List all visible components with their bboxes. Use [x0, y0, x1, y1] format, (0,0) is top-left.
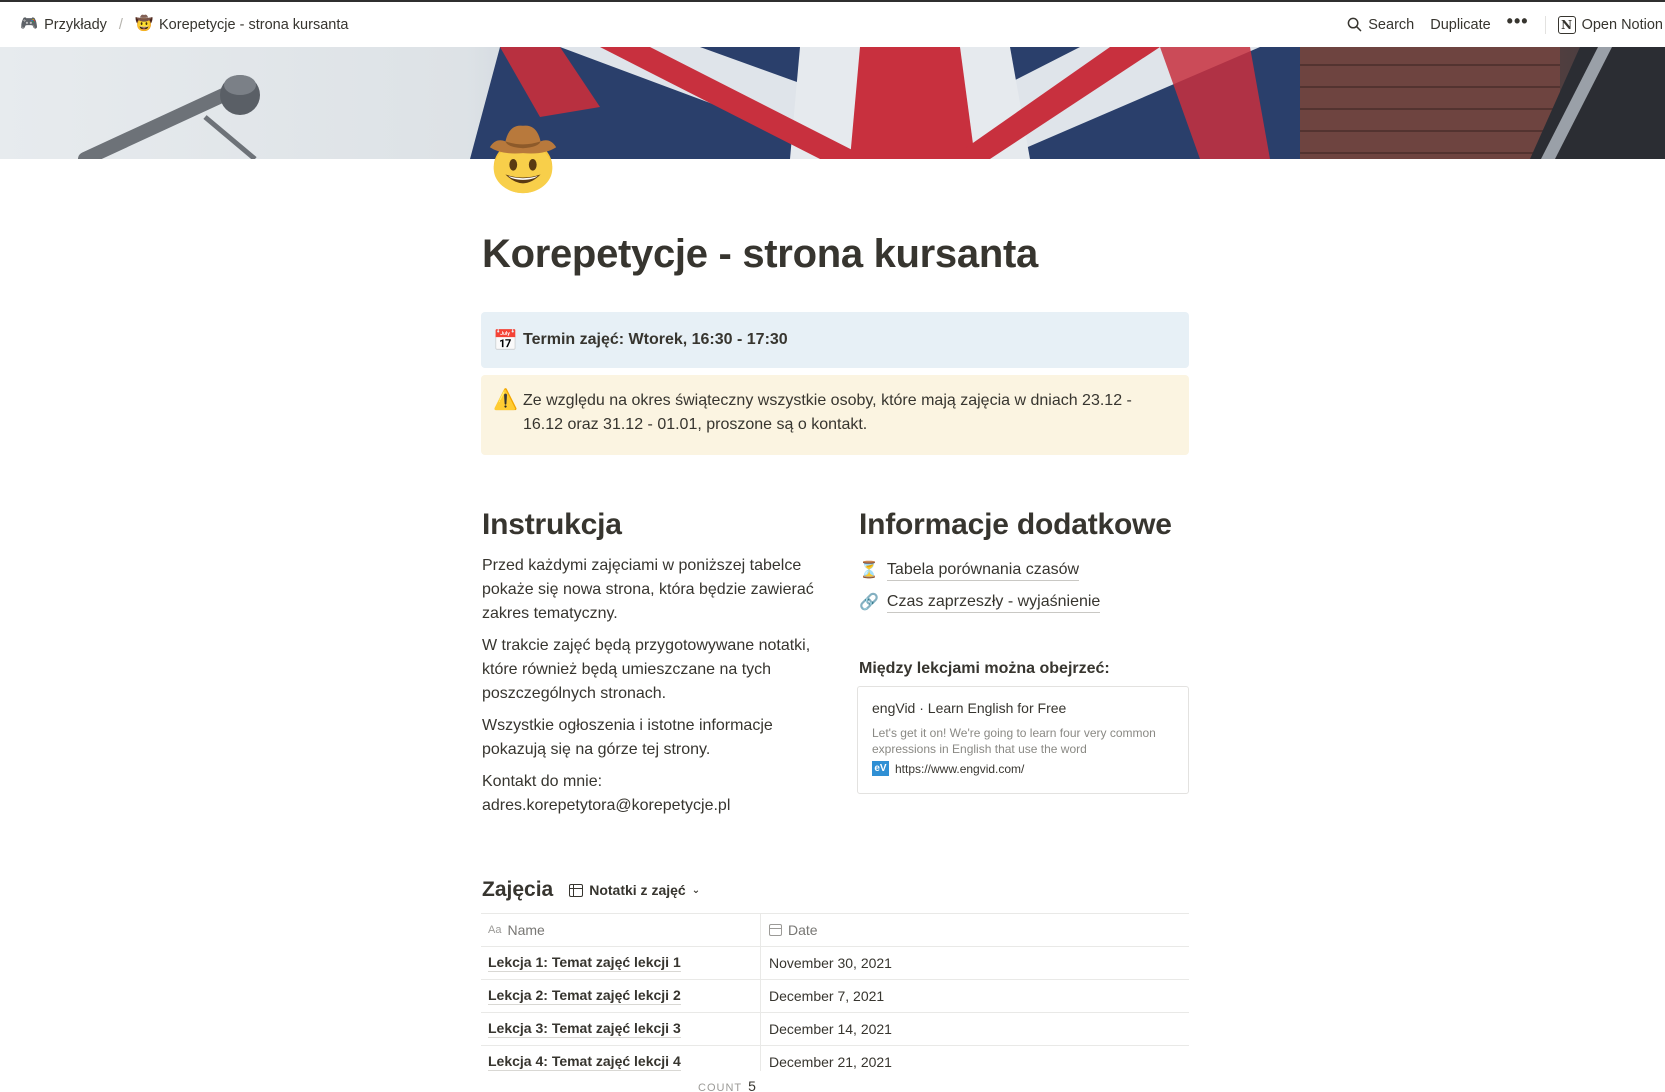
page-link-past-perfect[interactable]: 🔗 Czas zaprzeszły - wyjaśnienie — [859, 586, 1189, 618]
row-name-cell[interactable]: Lekcja 3: Temat zajęć lekcji 3 — [481, 1013, 761, 1045]
count-value: 5 — [748, 1078, 756, 1092]
search-icon — [1347, 17, 1362, 32]
additional-info-column: Informacje dodatkowe ⏳ Tabela porównania… — [859, 508, 1189, 690]
row-date-cell[interactable]: December 14, 2021 — [761, 1013, 1189, 1045]
additional-info-heading: Informacje dodatkowe — [859, 508, 1172, 541]
row-name[interactable]: Lekcja 1: Temat zajęć lekcji 1 — [488, 954, 681, 972]
text-property-icon: Aa — [488, 924, 502, 936]
column-header-name[interactable]: Aa Name — [481, 914, 761, 946]
holiday-notice-text: Ze względu na okres świąteczny wszystkie… — [523, 392, 1132, 433]
instructions-column: Instrukcja Przed każdymi zajęciami w pon… — [482, 508, 822, 826]
topbar-actions: Search Duplicate ••• N Open Notion — [1339, 2, 1665, 47]
row-name[interactable]: Lekcja 3: Temat zajęć lekcji 3 — [488, 1020, 681, 1038]
warning-icon: ⚠️ — [493, 387, 518, 411]
instructions-paragraph: Przed każdymi zajęciami w poniższej tabe… — [482, 557, 814, 622]
row-name-cell[interactable]: Lekcja 2: Temat zajęć lekcji 2 — [481, 980, 761, 1012]
row-name-cell[interactable]: Lekcja 4: Temat zajęć lekcji 4 — [481, 1046, 761, 1071]
bookmark-url-row: eV https://www.engvid.com/ — [872, 761, 1174, 776]
table-row[interactable]: Lekcja 2: Temat zajęć lekcji 2 December … — [481, 980, 1189, 1013]
table-row[interactable]: Lekcja 1: Temat zajęć lekcji 1 November … — [481, 947, 1189, 980]
open-notion-button[interactable]: N Open Notion — [1550, 12, 1665, 38]
table-row[interactable]: Lekcja 3: Temat zajęć lekcji 3 December … — [481, 1013, 1189, 1046]
bookmark-description: Let's get it on! We're going to learn fo… — [872, 726, 1156, 756]
game-controller-icon: 🎮 — [20, 16, 39, 33]
schedule-callout-text: Termin zajęć: Wtorek, 16:30 - 17:30 — [523, 331, 788, 348]
view-selector[interactable]: Notatki z zajęć ⌄ — [565, 880, 704, 900]
cowboy-face-icon — [489, 125, 557, 194]
top-bar: 🎮 Przykłady / 🤠 Korepetycje - strona kur… — [0, 0, 1665, 47]
breadcrumb-separator: / — [118, 16, 123, 33]
open-notion-label: Open Notion — [1581, 16, 1663, 33]
row-date-cell[interactable]: December 21, 2021 — [761, 1046, 1189, 1071]
database-table: Aa Name Date Lekcja 1: Temat zajęć lekcj… — [481, 913, 1189, 1071]
row-name[interactable]: Lekcja 2: Temat zajęć lekcji 2 — [488, 987, 681, 1005]
database-header: Zajęcia Notatki z zajęć ⌄ — [482, 878, 704, 902]
topbar-divider — [1544, 15, 1546, 34]
search-label: Search — [1368, 16, 1415, 33]
database-title[interactable]: Zajęcia — [482, 878, 553, 902]
page-link-label: Tabela porównania czasów — [886, 560, 1080, 581]
cowboy-face-icon: 🤠 — [134, 16, 154, 33]
table-view-icon — [569, 883, 584, 897]
schedule-callout: 📅 Termin zajęć: Wtorek, 16:30 - 17:30 — [481, 312, 1189, 368]
breadcrumb-page-label: Korepetycje - strona kursanta — [159, 16, 349, 33]
row-name-cell[interactable]: Lekcja 1: Temat zajęć lekcji 1 — [481, 947, 761, 979]
bookmark-title: engVid · Learn English for Free — [872, 700, 1067, 716]
column-header-date[interactable]: Date — [761, 914, 1189, 946]
row-count: COUNT 5 — [698, 1078, 756, 1092]
page-link-time-comparison[interactable]: ⏳ Tabela porównania czasów — [859, 554, 1189, 586]
video-subheading: Między lekcjami można obejrzeć: — [859, 660, 1110, 677]
row-name[interactable]: Lekcja 4: Temat zajęć lekcji 4 — [488, 1053, 681, 1071]
bookmark-url: https://www.engvid.com/ — [895, 761, 1025, 776]
duplicate-button[interactable]: Duplicate — [1422, 13, 1498, 37]
chevron-down-icon: ⌄ — [691, 884, 701, 896]
instructions-paragraph: Wszystkie ogłoszenia i istotne informacj… — [482, 717, 773, 758]
table-row[interactable]: Lekcja 4: Temat zajęć lekcji 4 December … — [481, 1046, 1189, 1071]
holiday-notice-callout: ⚠️ Ze względu na okres świąteczny wszyst… — [481, 375, 1189, 455]
notion-logo-icon: N — [1557, 15, 1576, 34]
breadcrumb-page[interactable]: 🤠 Korepetycje - strona kursanta — [131, 15, 352, 35]
count-label: COUNT — [698, 1082, 743, 1092]
more-options-button[interactable]: ••• — [1499, 11, 1541, 38]
date-property-icon — [769, 924, 782, 936]
hourglass-icon: ⏳ — [859, 560, 879, 579]
breadcrumb-workspace-label: Przykłady — [44, 16, 107, 33]
calendar-icon: 📅 — [493, 328, 518, 352]
link-icon: 🔗 — [859, 592, 879, 611]
cover-image — [0, 47, 1665, 159]
breadcrumb: 🎮 Przykłady / 🤠 Korepetycje - strona kur… — [16, 15, 352, 35]
page-link-label: Czas zaprzeszły - wyjaśnienie — [886, 592, 1101, 613]
column-header-label: Name — [507, 922, 545, 938]
view-label: Notatki z zajęć — [589, 882, 686, 898]
table-header-row: Aa Name Date — [481, 914, 1189, 947]
duplicate-label: Duplicate — [1430, 16, 1491, 33]
row-date-cell[interactable]: December 7, 2021 — [761, 980, 1189, 1012]
engvid-bookmark[interactable]: engVid · Learn English for Free Let's ge… — [857, 686, 1189, 794]
instructions-paragraph: W trakcie zajęć będą przygotowywane nota… — [482, 637, 811, 702]
instructions-heading: Instrukcja — [482, 508, 622, 541]
engvid-favicon-icon: eV — [872, 761, 889, 776]
row-date-cell[interactable]: November 30, 2021 — [761, 947, 1189, 979]
contact-paragraph: Kontakt do mnie: adres.korepetytora@kore… — [482, 773, 731, 814]
column-header-label: Date — [788, 922, 818, 938]
breadcrumb-workspace[interactable]: 🎮 Przykłady — [16, 15, 111, 35]
search-button[interactable]: Search — [1339, 13, 1422, 37]
page-title: Korepetycje - strona kursanta — [482, 232, 1038, 276]
